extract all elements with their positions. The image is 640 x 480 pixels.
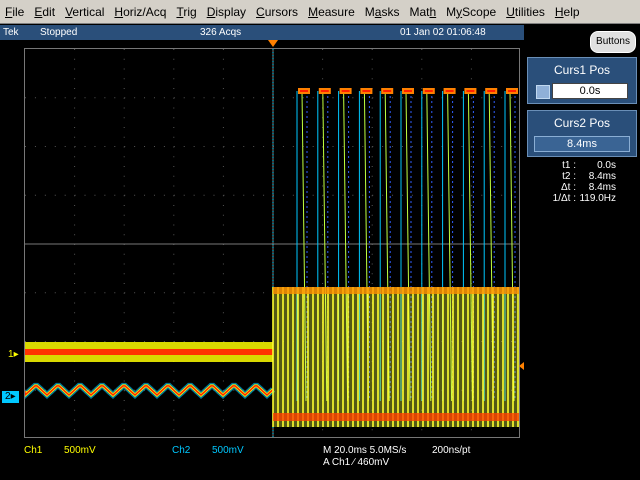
readout-delta-t: Δt :8.4ms <box>560 182 616 193</box>
menu-utilities[interactable]: Utilities <box>501 0 550 24</box>
menu-math[interactable]: Math <box>404 0 441 24</box>
ch2-ground-marker[interactable]: 2▸ <box>2 391 19 403</box>
ch2-label[interactable]: Ch2 <box>172 445 190 456</box>
date-time: 01 Jan 02 01:06:48 <box>400 27 486 38</box>
curs2-pos-control[interactable]: Curs2 Pos 8.4ms <box>527 110 637 157</box>
trigger-readout[interactable]: A Ch1 ∕ 460mV <box>323 457 389 468</box>
curs1-title: Curs1 Pos <box>553 63 611 77</box>
readout-frequency: 1/Δt :119.0Hz <box>552 193 616 204</box>
menu-masks[interactable]: Masks <box>360 0 405 24</box>
ch2-scale[interactable]: 500mV <box>212 445 244 456</box>
ch1-trace <box>25 287 519 427</box>
menu-file[interactable]: File <box>0 0 29 24</box>
menu-horiz-acq[interactable]: Horiz/Acq <box>109 0 171 24</box>
timebase-readout[interactable]: M 20.0ms 5.0MS/s <box>323 445 406 456</box>
status-bar: Tek Stopped 326 Acqs 01 Jan 02 01:06:48 <box>0 25 524 40</box>
menu-edit[interactable]: Edit <box>29 0 60 24</box>
readout-t1: t1 :0.0s <box>562 160 616 171</box>
acquisition-count: 326 Acqs <box>200 27 242 38</box>
menu-cursors[interactable]: Cursors <box>251 0 303 24</box>
ch1-scale[interactable]: 500mV <box>64 445 96 456</box>
trigger-position-icon[interactable] <box>268 40 278 47</box>
brand-label: Tek <box>3 27 19 38</box>
readout-t2: t2 :8.4ms <box>562 171 616 182</box>
menu-display[interactable]: Display <box>202 0 251 24</box>
curs2-pos-value[interactable]: 8.4ms <box>534 136 630 152</box>
curs2-title: Curs2 Pos <box>553 116 611 130</box>
menu-vertical[interactable]: Vertical <box>60 0 109 24</box>
bottom-readout-bar: Ch1 500mV Ch2 500mV M 20.0ms 5.0MS/s 200… <box>0 440 524 480</box>
waveform-display[interactable] <box>24 48 520 438</box>
keypad-icon[interactable] <box>536 85 550 99</box>
menu-trig[interactable]: Trig <box>171 0 201 24</box>
curs1-pos-input[interactable] <box>552 83 628 99</box>
curs1-pos-control[interactable]: Curs1 Pos <box>527 57 637 104</box>
menu-measure[interactable]: Measure <box>303 0 360 24</box>
menu-myscope[interactable]: MyScope <box>441 0 501 24</box>
waveform-canvas <box>25 49 519 437</box>
cursor-readouts: t1 :0.0s t2 :8.4ms Δt :8.4ms 1/Δt :119.0… <box>528 160 636 204</box>
acquisition-state: Stopped <box>40 27 78 38</box>
buttons-button[interactable]: Buttons <box>590 31 636 53</box>
resolution-readout[interactable]: 200ns/pt <box>432 445 470 456</box>
menu-bar: File Edit Vertical Horiz/Acq Trig Displa… <box>0 0 640 24</box>
ch1-ground-marker[interactable]: 1▸ <box>8 349 19 361</box>
menu-help[interactable]: Help <box>550 0 585 24</box>
ch1-label[interactable]: Ch1 <box>24 445 42 456</box>
